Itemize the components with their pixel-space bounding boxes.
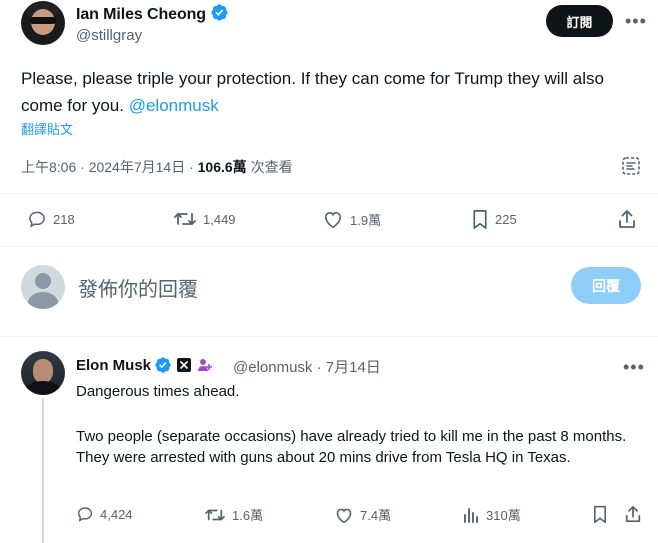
heart-icon — [336, 508, 352, 523]
reply-share-icon[interactable] — [624, 505, 642, 523]
author-handle[interactable]: @stillgray — [76, 27, 142, 44]
reply-count: 218 — [53, 211, 75, 227]
reply-text-line2: Two people (separate occasions) have alr… — [76, 428, 627, 466]
verified-badge-icon[interactable] — [154, 356, 172, 374]
x-affiliation-icon[interactable] — [177, 358, 192, 372]
retweet-icon — [205, 509, 225, 520]
avatar-body — [25, 381, 61, 395]
reply-text-line1: Dangerous times ahead. — [76, 383, 240, 400]
reply-author-avatar[interactable] — [21, 351, 65, 395]
author-name[interactable]: Ian Miles Cheong — [76, 6, 206, 23]
reply-views-action[interactable]: 310萬 — [462, 505, 521, 524]
reply-handle-date[interactable]: @elonmusk · 7月14日 — [233, 356, 381, 377]
views-chart-icon — [464, 507, 478, 523]
reply-action[interactable]: 218 — [27, 209, 75, 229]
views-count: 106.6萬 — [197, 159, 247, 175]
bookmark-count: 225 — [495, 212, 517, 227]
reply-like-action[interactable]: 7.4萬 — [334, 505, 391, 524]
current-user-avatar[interactable] — [21, 265, 65, 309]
share-icon[interactable] — [617, 209, 637, 229]
avatar-glasses — [30, 17, 56, 24]
bookmark-icon — [473, 210, 487, 229]
mention-link[interactable]: @elonmusk — [129, 96, 219, 115]
reply-more-options-icon[interactable]: ••• — [623, 358, 645, 376]
translate-post-link[interactable]: 翻譯貼文 — [21, 119, 73, 138]
avatar-face — [33, 359, 53, 383]
divider — [0, 246, 658, 247]
views-label: 次查看 — [246, 159, 293, 175]
reply-reply-count: 4,424 — [100, 506, 133, 522]
divider — [0, 193, 658, 194]
tweet-meta: 上午8:06 · 2024年7月14日 · 106.6萬 次查看 — [21, 157, 293, 177]
retweet-icon — [174, 213, 196, 225]
author-name-row[interactable]: Ian Miles Cheong — [76, 3, 229, 24]
like-action[interactable]: 1.9萬 — [322, 209, 381, 229]
author-avatar[interactable] — [21, 1, 65, 45]
divider — [0, 336, 658, 337]
reply-retweet-count: 1.6萬 — [232, 508, 264, 523]
tweet-text: Please, please triple your protection. I… — [21, 65, 641, 119]
heart-icon — [324, 211, 342, 229]
more-options-icon[interactable]: ••• — [625, 12, 647, 30]
verified-badge-icon[interactable] — [210, 3, 229, 22]
reply-author-name-row[interactable]: Elon Musk — [76, 356, 213, 374]
reply-bookmark-icon[interactable] — [592, 505, 608, 524]
reply-icon — [77, 507, 93, 522]
reply-icon — [29, 211, 45, 228]
timestamp[interactable]: 上午8:06 · 2024年7月14日 · — [21, 159, 198, 175]
tweet-body: Please, please triple your protection. I… — [21, 69, 604, 115]
reply-retweet-action[interactable]: 1.6萬 — [204, 505, 263, 524]
reply-button[interactable]: 回覆 — [571, 267, 641, 304]
retweet-action[interactable]: 1,449 — [173, 209, 236, 229]
reply-reply-action[interactable]: 4,424 — [76, 505, 133, 523]
avatar-placeholder-body — [28, 292, 58, 309]
reply-like-count: 7.4萬 — [360, 508, 392, 523]
subscribe-button[interactable]: 訂閱 — [546, 5, 613, 37]
bookmark-action[interactable]: 225 — [471, 209, 517, 230]
reply-views-count: 310萬 — [486, 508, 521, 523]
grok-analytics-icon[interactable] — [621, 156, 641, 176]
avatar-placeholder-head — [35, 273, 51, 289]
reply-author-name[interactable]: Elon Musk — [76, 357, 151, 374]
thread-line — [42, 398, 44, 543]
retweet-count: 1,449 — [203, 211, 236, 227]
government-affiliation-icon[interactable] — [197, 357, 213, 373]
reply-input[interactable]: 發佈你的回覆 — [78, 273, 198, 302]
like-count: 1.9萬 — [350, 212, 382, 228]
